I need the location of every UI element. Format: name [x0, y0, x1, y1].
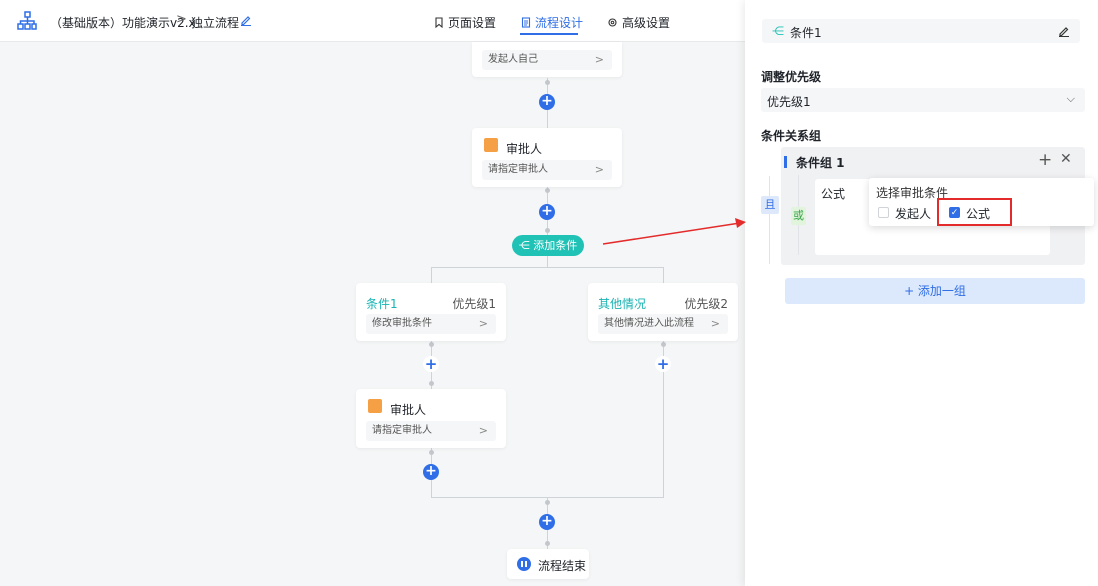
end-label: 流程结束 — [538, 559, 587, 573]
approver-stamp-icon — [484, 138, 498, 152]
branch-name: 条件1 — [366, 297, 398, 311]
condition-branch-2[interactable]: 其他情况 优先级2 其他情况进入此流程 > — [588, 283, 738, 341]
condition-label: 公式 — [821, 187, 846, 201]
connector-dot — [429, 342, 434, 347]
connector-dot — [545, 188, 550, 193]
connector-dot — [545, 541, 550, 546]
group-section-label: 条件关系组 — [761, 129, 822, 143]
connector-dot — [545, 80, 550, 85]
branch-icon: ⋲ — [518, 239, 534, 252]
tab-label: 页面设置 — [448, 16, 497, 30]
branch-priority: 优先级2 — [684, 297, 728, 311]
tab-label: 高级设置 — [622, 16, 671, 30]
panel-title: 条件1 — [790, 26, 822, 40]
initiator-sub-label[interactable]: 发起人自己 > — [482, 50, 612, 70]
connector-dot — [545, 228, 550, 233]
active-tab-indicator — [520, 33, 578, 35]
add-group-button[interactable]: + 添加一组 — [785, 278, 1085, 304]
chevron-right-icon: > — [594, 163, 604, 176]
connector-dot — [661, 342, 666, 347]
panel-header: ⋲ 条件1 — [762, 19, 1080, 43]
branch-sub-label[interactable]: 其他情况进入此流程 > — [598, 314, 728, 334]
connector — [431, 267, 432, 283]
chevron-right-icon: > — [478, 424, 488, 437]
add-node-button[interactable]: + — [539, 514, 555, 530]
chevron-right-icon: > — [478, 317, 488, 330]
branch-connector — [431, 267, 664, 268]
close-icon[interactable]: ✕ — [1060, 151, 1072, 167]
bookmark-icon — [435, 17, 443, 28]
chevron-right-icon: > — [710, 317, 720, 330]
approver-stamp-icon — [368, 399, 382, 413]
connector-dot — [429, 381, 434, 386]
checkbox-label[interactable]: 发起人 — [895, 205, 931, 222]
connector — [663, 267, 664, 283]
branch-sub-label[interactable]: 修改审批条件 > — [366, 314, 496, 334]
end-node[interactable]: 流程结束 — [507, 549, 589, 579]
add-node-button[interactable]: + — [423, 356, 439, 372]
document-icon — [521, 17, 531, 28]
flow-name: 独立流程 — [191, 16, 240, 30]
breadcrumb-separator: > — [176, 12, 187, 27]
and-badge[interactable]: 且 — [761, 196, 779, 214]
chevron-down-icon: ⌵ — [1066, 92, 1075, 105]
approver-node[interactable]: 审批人 请指定审批人 > — [472, 128, 622, 187]
tab-page-settings[interactable]: 页面设置 — [434, 14, 496, 31]
highlight-box — [937, 198, 1012, 226]
priority-select[interactable]: 优先级1 ⌵ — [761, 88, 1085, 112]
app-title: （基础版本）功能演示v2.x — [50, 16, 196, 30]
pause-icon — [517, 557, 531, 571]
condition-branch-1[interactable]: 条件1 优先级1 修改审批条件 > — [356, 283, 506, 341]
approver-title: 审批人 — [390, 403, 427, 417]
tab-advanced-settings[interactable]: 高级设置 — [607, 14, 670, 31]
priority-value: 优先级1 — [767, 95, 811, 109]
branch-approver-node[interactable]: 审批人 请指定审批人 > — [356, 389, 506, 448]
group-accent-bar — [784, 156, 787, 168]
edit-icon[interactable] — [1058, 25, 1070, 37]
or-badge[interactable]: 或 — [791, 207, 806, 225]
add-node-button[interactable]: + — [539, 94, 555, 110]
group-title: 条件组 1 — [796, 156, 845, 170]
approver-sub-label[interactable]: 请指定审批人 > — [366, 421, 496, 441]
priority-section-label: 调整优先级 — [761, 70, 822, 84]
tab-flow-design[interactable]: 流程设计 — [521, 14, 583, 31]
edit-icon[interactable] — [240, 14, 252, 26]
add-node-button[interactable]: + — [539, 204, 555, 220]
add-node-button[interactable]: + — [655, 356, 671, 372]
branch-priority: 优先级1 — [452, 297, 496, 311]
tab-label: 流程设计 — [535, 16, 584, 30]
chevron-right-icon: > — [594, 53, 604, 66]
initiator-checkbox[interactable] — [878, 207, 889, 218]
and-connector — [769, 176, 770, 264]
branch-name: 其他情况 — [598, 297, 647, 311]
approver-sub-label[interactable]: 请指定审批人 > — [482, 160, 612, 180]
connector-dot — [545, 500, 550, 505]
connector-dot — [429, 450, 434, 455]
add-condition-button[interactable]: ⋲ 添加条件 — [512, 235, 584, 256]
initiator-node[interactable]: 发起人自己 > — [472, 42, 622, 77]
plus-icon[interactable]: + — [1038, 150, 1052, 170]
gear-icon — [608, 18, 617, 27]
approver-title: 审批人 — [506, 142, 543, 156]
condition-settings-panel: ⋲ 条件1 调整优先级 优先级1 ⌵ 条件关系组 且 条件组 1 + ✕ 或 公… — [745, 0, 1098, 586]
add-node-button[interactable]: + — [423, 464, 439, 480]
branch-icon: ⋲ — [772, 24, 784, 38]
org-chart-icon[interactable] — [17, 11, 37, 31]
